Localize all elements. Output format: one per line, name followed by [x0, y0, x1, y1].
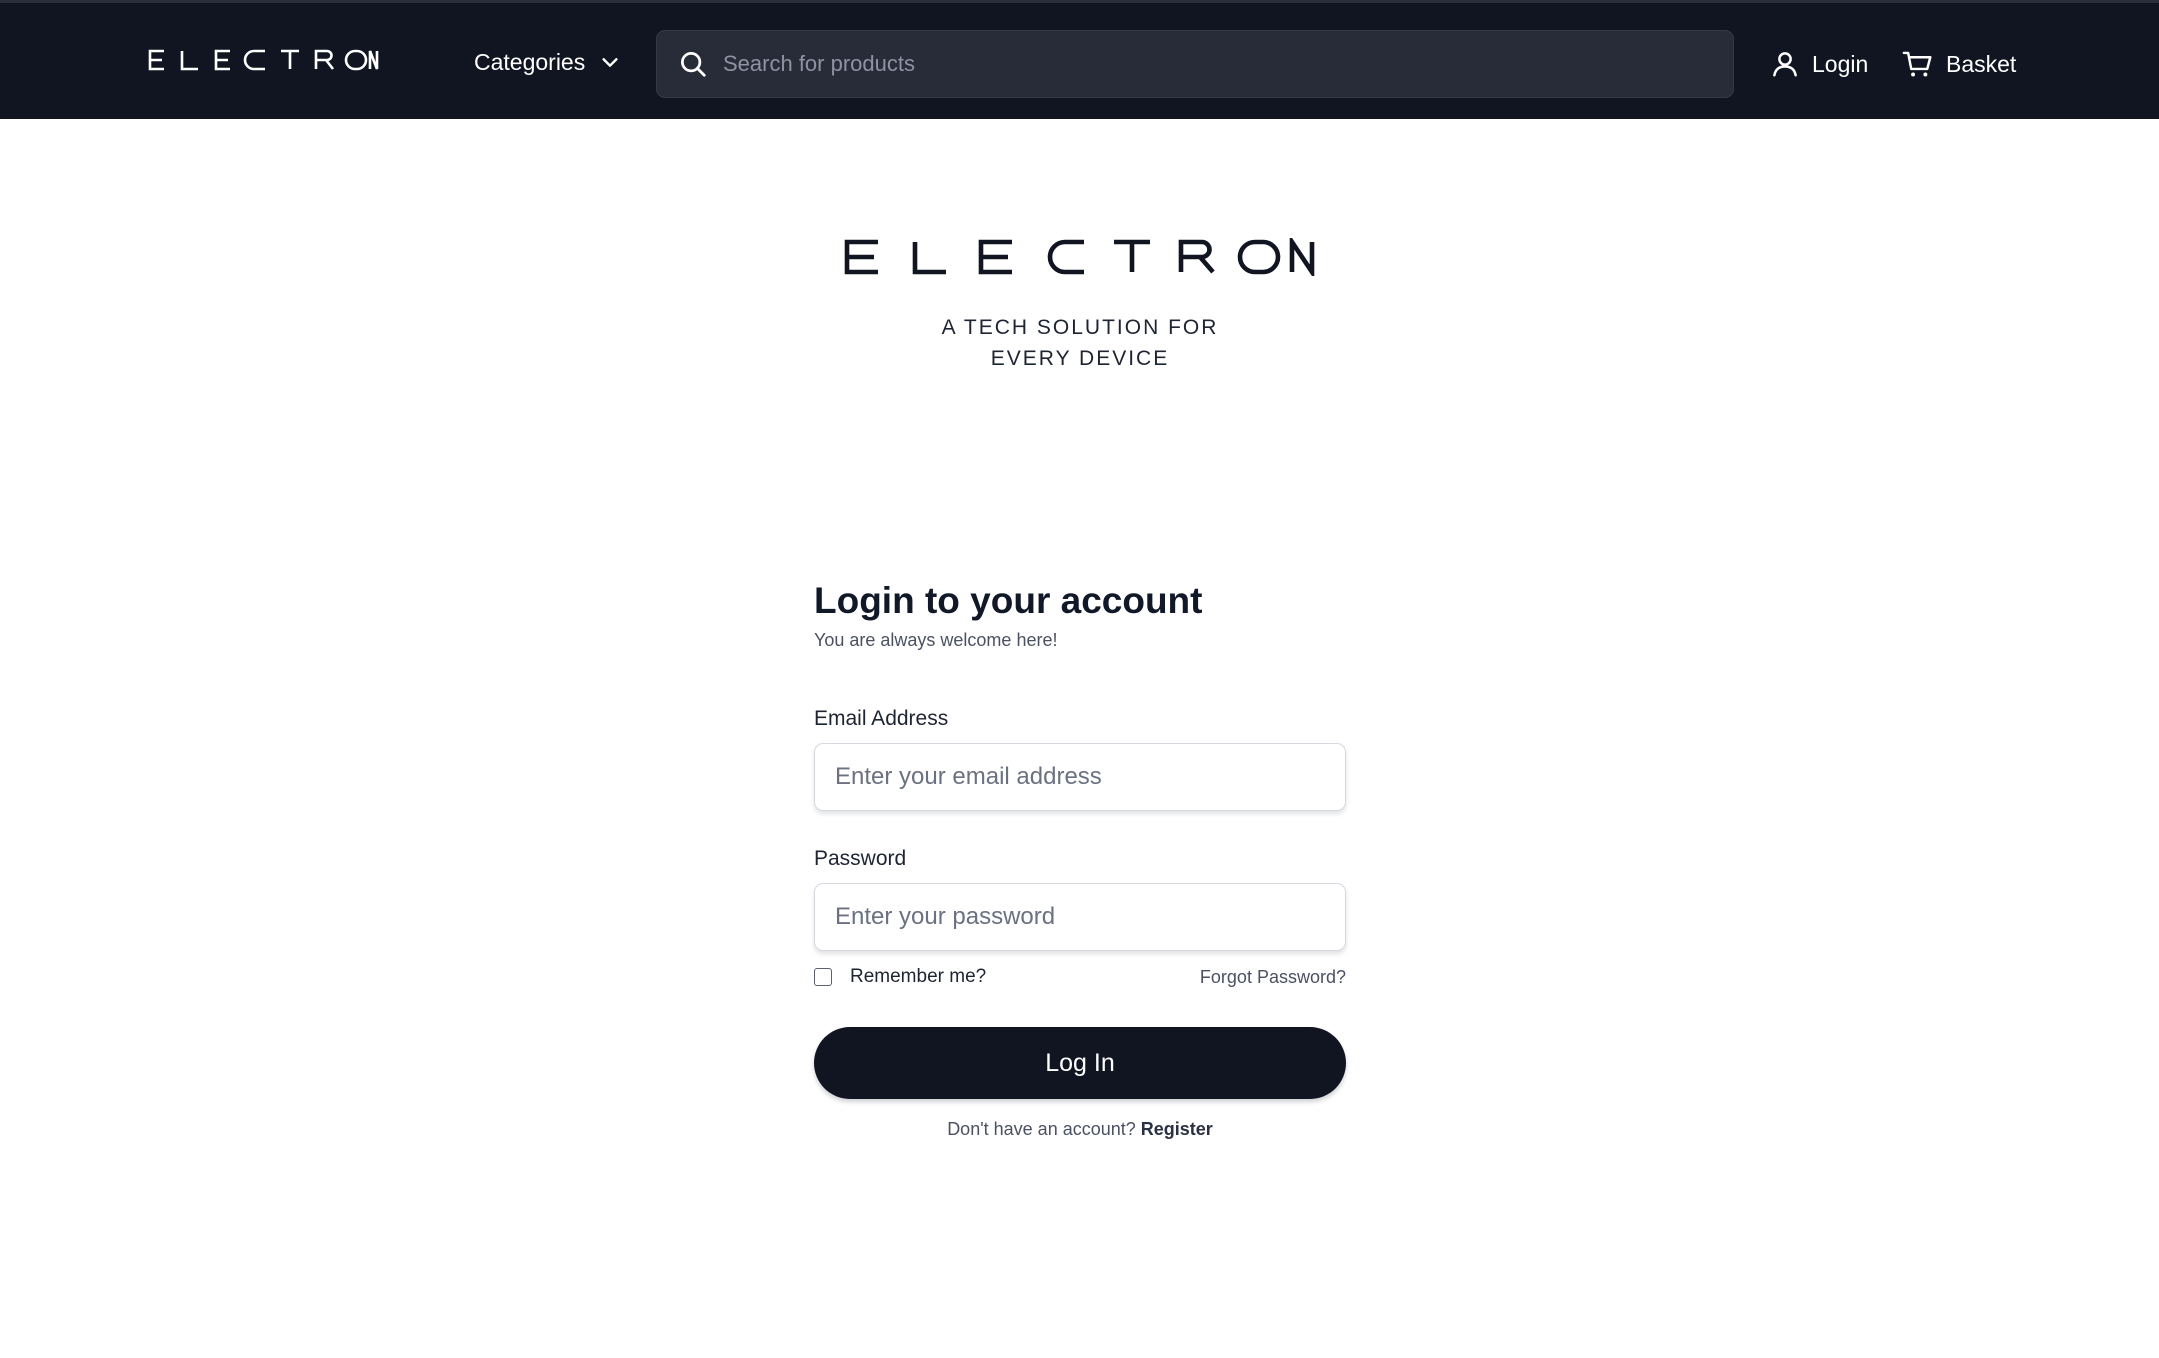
form-title: Login to your account: [814, 580, 1203, 621]
header-login-link[interactable]: Login: [1770, 47, 1868, 81]
categories-label: Categories: [474, 48, 586, 75]
hero-tagline: A TECH SOLUTION FOR EVERY DEVICE: [830, 312, 1330, 374]
hero-brand-logo: [844, 238, 1316, 276]
register-link[interactable]: Register: [1141, 1119, 1213, 1139]
basket-label: Basket: [1946, 50, 2017, 77]
remember-me-checkbox[interactable]: [814, 968, 832, 986]
register-prompt-text: Don't have an account?: [947, 1119, 1136, 1139]
log-in-button[interactable]: Log In: [814, 1027, 1346, 1099]
categories-dropdown[interactable]: Categories: [474, 45, 621, 79]
remember-me-label: Remember me?: [850, 966, 987, 987]
password-label: Password: [814, 847, 907, 870]
search-icon[interactable]: [657, 49, 719, 79]
login-label: Login: [1812, 50, 1869, 77]
login-form: Login to your account You are always wel…: [814, 576, 1346, 1140]
brand-logo[interactable]: [148, 48, 384, 72]
form-options-row: Remember me? Forgot Password?: [814, 965, 1346, 989]
user-icon: [1773, 52, 1797, 77]
chevron-down-icon: [602, 58, 618, 67]
password-field[interactable]: [814, 883, 1346, 951]
electron-wordmark: [148, 49, 379, 71]
search-input[interactable]: [719, 31, 1733, 97]
email-label: Email Address: [814, 707, 949, 730]
remember-me-toggle[interactable]: Remember me?: [814, 966, 986, 988]
shopping-cart-icon: [1902, 51, 1932, 77]
tagline-line-2: EVERY DEVICE: [990, 347, 1170, 370]
top-navigation-bar: Categories Login Basket: [0, 0, 2159, 119]
email-field[interactable]: [814, 743, 1346, 811]
register-prompt: Don't have an account? Register: [814, 1119, 1346, 1140]
tagline-line-1: A TECH SOLUTION FOR: [941, 316, 1219, 339]
search-bar: [656, 30, 1734, 98]
form-subtitle: You are always welcome here!: [814, 630, 1058, 650]
forgot-password-link[interactable]: Forgot Password?: [1200, 967, 1346, 988]
header-basket-link[interactable]: Basket: [1902, 47, 2016, 81]
